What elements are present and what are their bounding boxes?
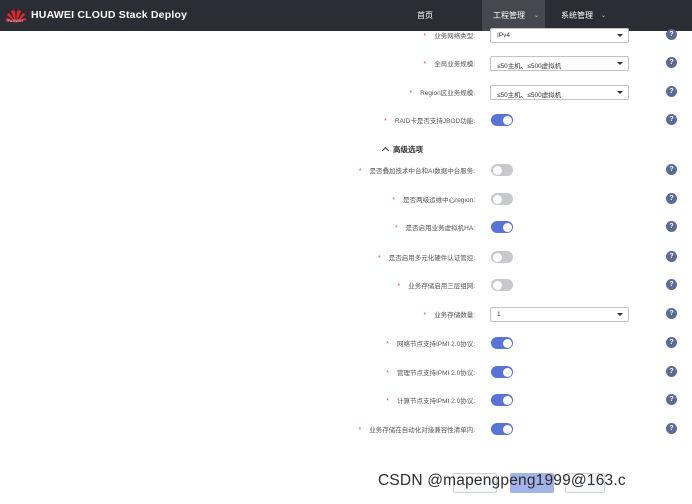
management-node-ipmi-toggle[interactable] bbox=[491, 366, 513, 378]
storage-count-select[interactable]: 1 bbox=[490, 307, 629, 322]
toggle-knob bbox=[502, 395, 512, 405]
toggle-knob bbox=[502, 367, 512, 377]
advanced-options-toggle[interactable]: 高级选项 bbox=[381, 144, 423, 155]
toggle-knob bbox=[492, 194, 502, 204]
form-row-network-type: * 业务网络类型: IPv4 ? bbox=[0, 26, 692, 46]
field-label: * 计算节点支持IPMI 2.0协议: bbox=[386, 398, 475, 405]
field-label: * 是否两级运维中心region: bbox=[392, 197, 475, 204]
chevron-down-icon: ⌄ bbox=[601, 13, 607, 19]
caret-down-icon bbox=[617, 313, 623, 316]
network-type-select[interactable]: IPv4 bbox=[490, 28, 629, 43]
help-icon[interactable]: ? bbox=[666, 57, 677, 68]
field-label: * 业务网络类型: bbox=[423, 33, 475, 40]
form-row-management-ipmi: * 管理节点支持IPMI 2.0协议: ? bbox=[0, 363, 692, 383]
field-label: * 全局业务规模: bbox=[423, 61, 475, 68]
field-label: * 是否启用多元化硬件认证管控: bbox=[377, 255, 475, 262]
form-row-global-scale: * 全局业务规模: ≤50主机、≤500虚拟机 ? bbox=[0, 54, 692, 74]
toggle-knob bbox=[492, 165, 502, 175]
raid-jbod-toggle[interactable] bbox=[491, 114, 513, 126]
storage-l3-toggle[interactable] bbox=[491, 279, 513, 291]
toggle-knob bbox=[502, 424, 512, 434]
field-label: * Region区业务规模: bbox=[409, 90, 475, 97]
help-icon[interactable]: ? bbox=[666, 193, 677, 204]
caret-down-icon bbox=[617, 91, 623, 94]
csdn-watermark: CSDN @mapengpeng1999@163.c bbox=[378, 472, 626, 489]
field-label: * 业务存储在自动化对接兼容性清单内: bbox=[358, 427, 475, 434]
logo-text: HUAWEI bbox=[6, 18, 24, 23]
help-icon[interactable]: ? bbox=[666, 251, 677, 262]
form-row-hardware-cert: * 是否启用多元化硬件认证管控: ? bbox=[0, 248, 692, 268]
form-row-storage-count: * 业务存储数量: 1 ? bbox=[0, 305, 692, 325]
field-label: * 是否叠加技术中台和AI数据中台服务: bbox=[358, 168, 475, 175]
advanced-options-title: 高级选项 bbox=[393, 145, 423, 154]
form-row-storage-l3: * 业务存储启用三层组网: ? bbox=[0, 276, 692, 296]
field-label: * 网络节点支持IPMI 2.0协议: bbox=[386, 341, 475, 348]
field-label: * 业务存储数量: bbox=[423, 312, 475, 319]
help-icon[interactable]: ? bbox=[666, 29, 677, 40]
help-icon[interactable]: ? bbox=[666, 164, 677, 175]
help-icon[interactable]: ? bbox=[666, 279, 677, 290]
field-label: * RAID卡是否支持JBOD功能: bbox=[384, 118, 475, 125]
toggle-knob bbox=[492, 280, 502, 290]
help-icon[interactable]: ? bbox=[666, 86, 677, 97]
form-row-network-ipmi: * 网络节点支持IPMI 2.0协议: ? bbox=[0, 334, 692, 354]
nav-home-label: 首页 bbox=[417, 11, 433, 20]
deploy-parameter-form: * 业务网络类型: IPv4 ? * 全局业务规模: ≤50主机、≤500虚拟机 ?… bbox=[0, 28, 692, 504]
field-label: * 管理节点支持IPMI 2.0协议: bbox=[386, 370, 475, 377]
help-icon[interactable]: ? bbox=[666, 366, 677, 377]
chevron-down-icon: ⌄ bbox=[534, 13, 540, 19]
global-scale-select[interactable]: ≤50主机、≤500虚拟机 bbox=[490, 56, 629, 71]
help-icon[interactable]: ? bbox=[666, 423, 677, 434]
tech-ai-platform-toggle[interactable] bbox=[491, 164, 513, 176]
two-level-ops-toggle[interactable] bbox=[491, 193, 513, 205]
form-row-raid-jbod: * RAID卡是否支持JBOD功能: ? bbox=[0, 111, 692, 131]
field-label: * 业务存储启用三层组网: bbox=[397, 283, 475, 290]
caret-down-icon bbox=[617, 34, 623, 37]
hardware-cert-toggle[interactable] bbox=[491, 251, 513, 263]
toggle-knob bbox=[502, 222, 512, 232]
form-row-storage-compat: * 业务存储在自动化对接兼容性清单内: ? bbox=[0, 420, 692, 440]
storage-compat-toggle[interactable] bbox=[491, 423, 513, 435]
network-node-ipmi-toggle[interactable] bbox=[491, 337, 513, 349]
help-icon[interactable]: ? bbox=[666, 337, 677, 348]
toggle-knob bbox=[502, 338, 512, 348]
form-row-tech-ai-platform: * 是否叠加技术中台和AI数据中台服务: ? bbox=[0, 161, 692, 181]
huawei-logo-icon bbox=[6, 10, 26, 23]
toggle-knob bbox=[502, 115, 512, 125]
help-icon[interactable]: ? bbox=[666, 114, 677, 125]
help-icon[interactable]: ? bbox=[666, 394, 677, 405]
toggle-knob bbox=[492, 252, 502, 262]
region-scale-select[interactable]: ≤50主机、≤500虚拟机 bbox=[490, 85, 629, 100]
form-row-region-scale: * Region区业务规模: ≤50主机、≤500虚拟机 ? bbox=[0, 83, 692, 103]
nav-project-label: 工程管理 bbox=[493, 11, 525, 20]
form-row-compute-ipmi: * 计算节点支持IPMI 2.0协议: ? bbox=[0, 391, 692, 411]
vm-ha-toggle[interactable] bbox=[491, 221, 513, 233]
chevron-up-icon bbox=[381, 146, 390, 155]
form-row-vm-ha: * 是否启用业务虚拟机HA: ? bbox=[0, 218, 692, 238]
caret-down-icon bbox=[617, 62, 623, 65]
compute-node-ipmi-toggle[interactable] bbox=[491, 394, 513, 406]
help-icon[interactable]: ? bbox=[666, 221, 677, 232]
help-icon[interactable]: ? bbox=[666, 308, 677, 319]
field-label: * 是否启用业务虚拟机HA: bbox=[394, 225, 475, 232]
nav-system-label: 系统管理 bbox=[561, 11, 593, 20]
form-row-two-level-ops: * 是否两级运维中心region: ? bbox=[0, 190, 692, 210]
app-title: HUAWEI CLOUD Stack Deploy bbox=[31, 9, 188, 21]
